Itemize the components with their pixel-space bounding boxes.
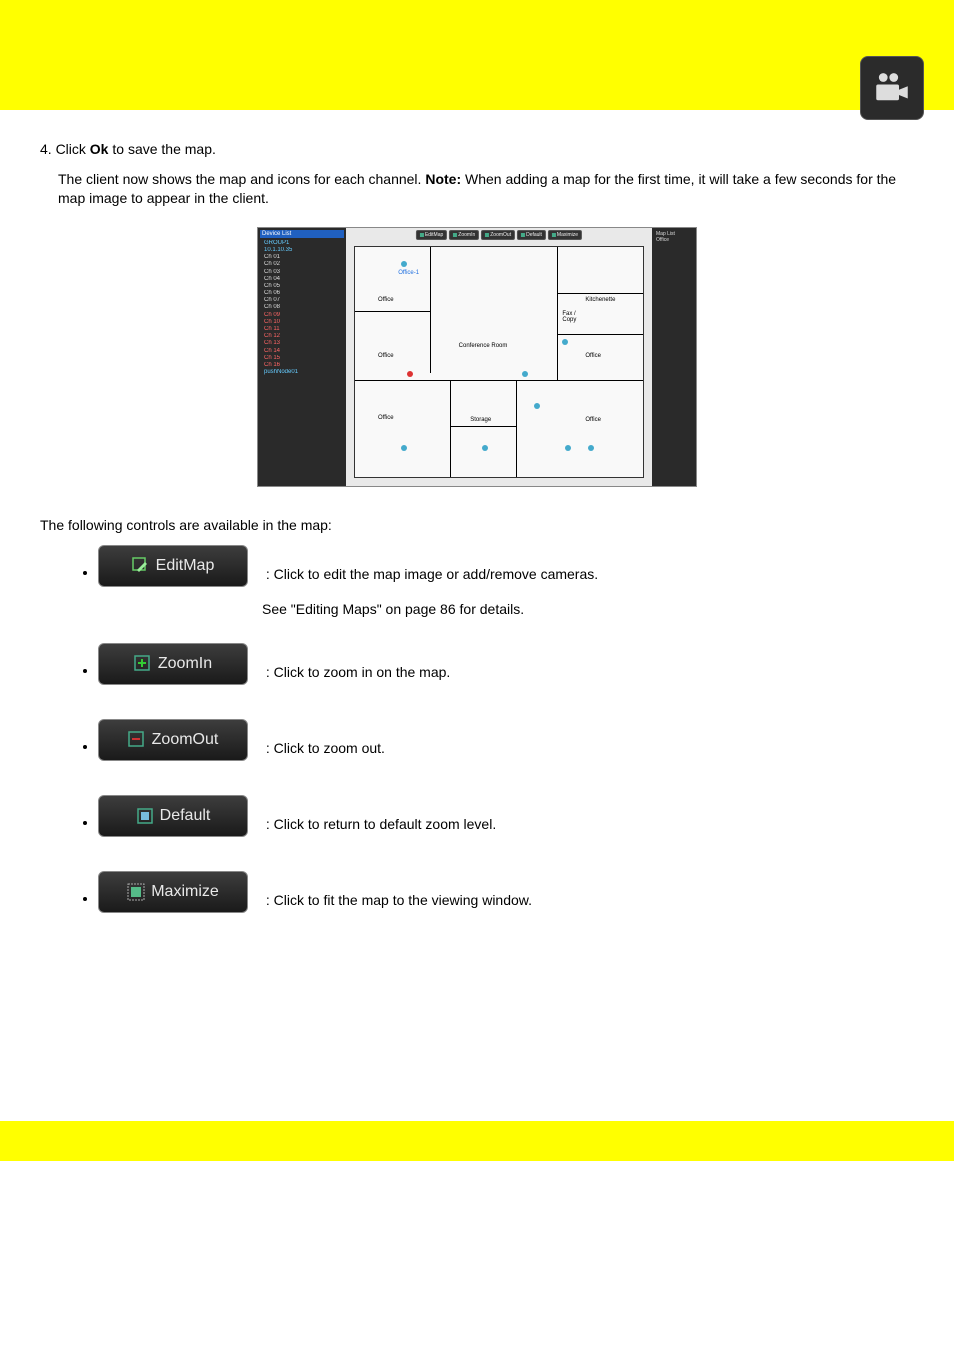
ch-item: Ch 15 <box>260 355 344 362</box>
ch-item: Ch 03 <box>260 269 344 276</box>
ch-item: Ch 12 <box>260 333 344 340</box>
room-label: Office <box>378 353 394 359</box>
ch-item: Ch 14 <box>260 348 344 355</box>
step-4-suffix: to save the map. <box>108 141 215 157</box>
device-ip: 10.1.10.35 <box>260 247 344 254</box>
step-4: 4. Click Ok to save the map. <box>40 140 914 160</box>
zoomin-label: ZoomIn <box>158 655 212 673</box>
editmap-label: EditMap <box>156 557 215 575</box>
header-bar <box>0 0 954 110</box>
list-item: ZoomOut : Click to zoom out. <box>98 727 914 769</box>
list-item: Maximize : Click to fit the map to the v… <box>98 879 914 921</box>
map-list-panel: Map List Office <box>652 228 696 486</box>
zoomin-button[interactable]: ZoomIn <box>98 643 248 685</box>
camera-label: Office-1 <box>398 270 419 276</box>
default-icon <box>136 807 154 825</box>
ch-item: Ch 04 <box>260 276 344 283</box>
editmap-desc-line2: See "Editing Maps" on page 86 for detail… <box>262 601 914 617</box>
footer-bar <box>0 1121 954 1161</box>
controls-list: EditMap : Click to edit the map image or… <box>40 553 914 921</box>
toolbar-zoomout[interactable]: ZoomOut <box>481 230 515 240</box>
ch-item: Ch 02 <box>260 261 344 268</box>
zoomout-icon <box>128 731 146 749</box>
maximize-icon <box>127 883 145 901</box>
toolbar-default[interactable]: Default <box>517 230 546 240</box>
app-screenshot: Device List GROUP1 10.1.10.35 Ch 01 Ch 0… <box>257 227 697 487</box>
intro-line: The following controls are available in … <box>40 517 914 533</box>
note-prefix: The client now shows the map and icons f… <box>58 171 425 187</box>
ch-item: Ch 08 <box>260 304 344 311</box>
default-label: Default <box>160 807 211 825</box>
room-label: Office <box>585 353 601 359</box>
editmap-desc: : Click to edit the map image or add/rem… <box>266 566 598 582</box>
ch-item: Ch 05 <box>260 283 344 290</box>
room-label: Office <box>378 415 394 421</box>
camera-dot[interactable] <box>482 445 488 451</box>
note-text: The client now shows the map and icons f… <box>58 170 914 209</box>
edit-icon <box>132 557 150 575</box>
ch-item: Ch 11 <box>260 326 344 333</box>
room-label: Kitchenette <box>585 297 615 303</box>
room-label: Office <box>378 297 394 303</box>
room-label: Conference Room <box>459 343 508 349</box>
zoomout-desc: : Click to zoom out. <box>266 740 385 756</box>
ch-item: Ch 01 <box>260 254 344 261</box>
camera-dot[interactable] <box>522 371 528 377</box>
toolbar-zoomin[interactable]: ZoomIn <box>449 230 479 240</box>
editmap-button[interactable]: EditMap <box>98 545 248 587</box>
ch-item: Ch 13 <box>260 340 344 347</box>
device-list-panel: Device List GROUP1 10.1.10.35 Ch 01 Ch 0… <box>258 228 346 486</box>
camera-dot[interactable] <box>407 371 413 377</box>
zoomin-icon <box>134 655 152 673</box>
list-item: Default : Click to return to default zoo… <box>98 803 914 845</box>
ch-item: Ch 10 <box>260 319 344 326</box>
list-item: ZoomIn : Click to zoom in on the map. <box>98 651 914 693</box>
room-label: Office <box>585 417 601 423</box>
note-bold: Note: <box>425 171 465 187</box>
toolbar-editmap[interactable]: EditMap <box>416 230 447 240</box>
camera-dot[interactable] <box>401 261 407 267</box>
zoomout-label: ZoomOut <box>152 731 219 749</box>
zoomin-desc: : Click to zoom in on the map. <box>266 664 450 680</box>
maximize-label: Maximize <box>151 883 219 901</box>
camera-dot[interactable] <box>565 445 571 451</box>
camera-dot[interactable] <box>588 445 594 451</box>
device-list-header: Device List <box>260 230 344 238</box>
camera-logo-icon <box>860 56 924 120</box>
camera-dot[interactable] <box>534 403 540 409</box>
default-button[interactable]: Default <box>98 795 248 837</box>
zoomout-button[interactable]: ZoomOut <box>98 719 248 761</box>
device-group: GROUP1 <box>260 240 344 247</box>
default-desc: : Click to return to default zoom level. <box>266 816 496 832</box>
step-4-prefix: 4. Click <box>40 141 90 157</box>
video-camera-icon <box>871 67 913 109</box>
maximize-button[interactable]: Maximize <box>98 871 248 913</box>
map-canvas: EditMap ZoomIn ZoomOut Default Maximize … <box>346 228 652 486</box>
camera-dot[interactable] <box>401 445 407 451</box>
ch-item: Ch 16 <box>260 362 344 369</box>
list-item: EditMap : Click to edit the map image or… <box>98 553 914 617</box>
ch-item: Ch 06 <box>260 290 344 297</box>
room-label: Storage <box>470 417 491 423</box>
maximize-desc: : Click to fit the map to the viewing wi… <box>266 892 532 908</box>
room-label: Fax / Copy <box>562 311 576 323</box>
floorplan: Office Office Office Conference Room Kit… <box>354 246 644 478</box>
camera-dot[interactable] <box>562 339 568 345</box>
step-4-bold: Ok <box>90 141 109 157</box>
ch-item: Ch 07 <box>260 297 344 304</box>
map-list-item[interactable]: Office <box>654 237 694 244</box>
map-toolbar: EditMap ZoomIn ZoomOut Default Maximize <box>416 230 582 240</box>
toolbar-maximize[interactable]: Maximize <box>548 230 582 240</box>
ch-item: Ch 09 <box>260 312 344 319</box>
push-node: pushNode01 <box>260 369 344 376</box>
